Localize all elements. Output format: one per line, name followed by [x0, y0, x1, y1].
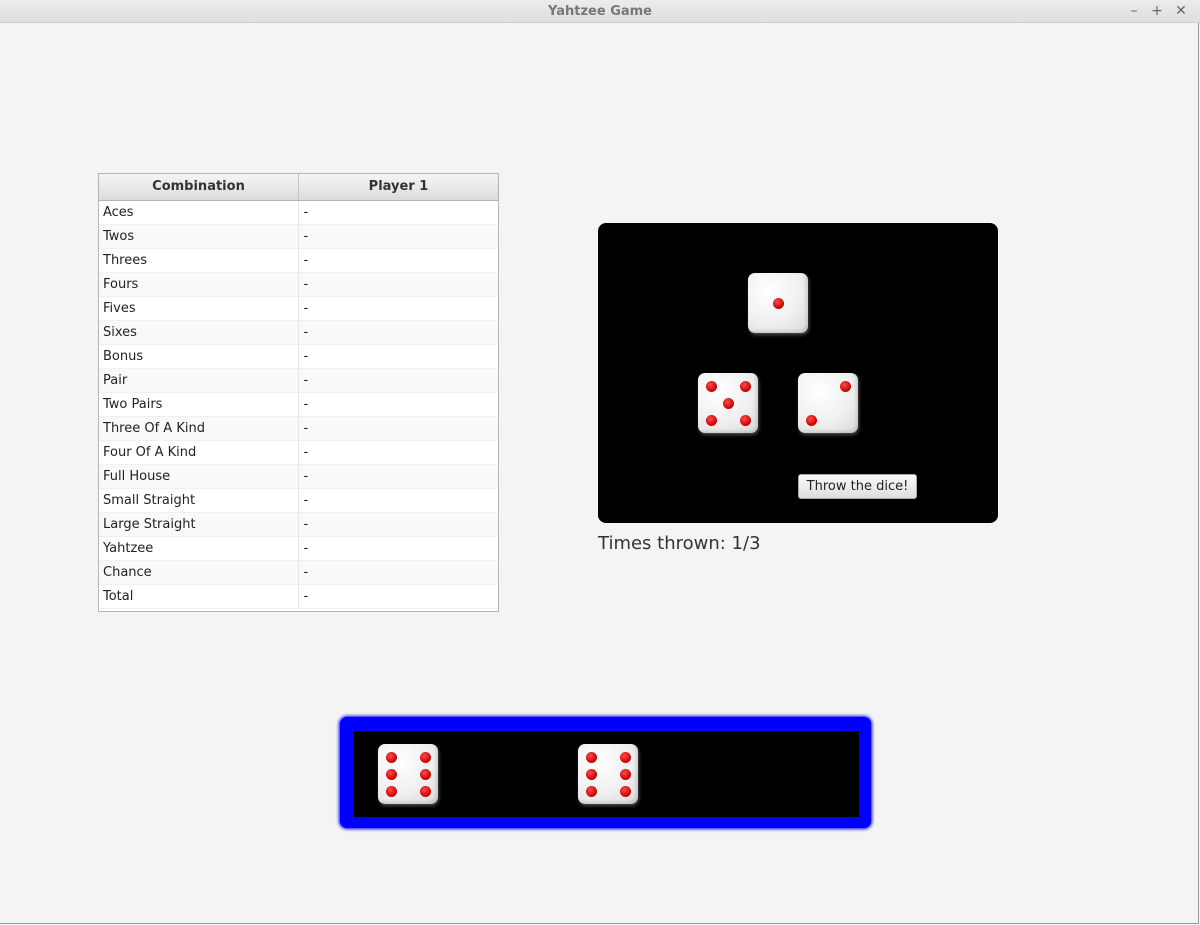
- die-pip: [740, 415, 751, 426]
- table-row[interactable]: Chance -: [99, 561, 498, 585]
- score-cell: -: [297, 537, 499, 560]
- minimize-icon[interactable]: –: [1125, 2, 1143, 20]
- table-row[interactable]: Sixes -: [99, 321, 498, 345]
- kept-dice-tray: [340, 717, 871, 828]
- rolled-die[interactable]: [798, 373, 858, 433]
- score-table[interactable]: Combination Player 1 Aces - Twos - Threes - Fo…: [98, 173, 499, 612]
- die-pip: [420, 769, 431, 780]
- column-header-player-1[interactable]: Player 1: [298, 174, 498, 200]
- score-cell: -: [297, 393, 499, 416]
- table-row[interactable]: Two Pairs -: [99, 393, 498, 417]
- score-cell: -: [297, 249, 499, 272]
- die-pip: [620, 769, 631, 780]
- table-row[interactable]: Four Of A Kind -: [99, 441, 498, 465]
- combination-cell: Four Of A Kind: [103, 445, 197, 460]
- combination-cell: Pair: [103, 373, 128, 388]
- throw-dice-button[interactable]: Throw the dice!: [798, 474, 917, 499]
- kept-dice-area: [354, 731, 859, 817]
- table-row[interactable]: Fours -: [99, 273, 498, 297]
- die-pip: [586, 752, 597, 763]
- score-cell: -: [297, 417, 499, 440]
- score-cell: -: [297, 273, 499, 296]
- die-pip: [723, 398, 734, 409]
- maximize-icon[interactable]: +: [1148, 2, 1166, 20]
- score-table-header: Combination Player 1: [99, 174, 498, 201]
- table-row[interactable]: Threes -: [99, 249, 498, 273]
- combination-cell: Fours: [103, 277, 139, 292]
- rolled-die[interactable]: [698, 373, 758, 433]
- score-cell: -: [297, 441, 499, 464]
- score-table-body: Aces - Twos - Threes - Fours - Fives - Sixes - Bonus…: [99, 201, 498, 609]
- die-pip: [420, 786, 431, 797]
- score-cell: -: [297, 345, 499, 368]
- die-pip: [420, 752, 431, 763]
- die-pip: [740, 381, 751, 392]
- combination-cell: Total: [103, 589, 134, 604]
- combination-cell: Full House: [103, 469, 171, 484]
- score-cell: -: [297, 489, 499, 512]
- combination-cell: Twos: [103, 229, 135, 244]
- score-cell: -: [297, 321, 499, 344]
- die-pip: [386, 786, 397, 797]
- combination-cell: Threes: [103, 253, 148, 268]
- table-row[interactable]: Bonus -: [99, 345, 498, 369]
- combination-cell: Three Of A Kind: [103, 421, 205, 436]
- table-row[interactable]: Twos -: [99, 225, 498, 249]
- die-pip: [586, 786, 597, 797]
- column-header-combination[interactable]: Combination: [99, 174, 298, 200]
- table-row[interactable]: Yahtzee -: [99, 537, 498, 561]
- combination-cell: Fives: [103, 301, 136, 316]
- score-cell: -: [297, 465, 499, 488]
- combination-cell: Two Pairs: [103, 397, 163, 412]
- score-cell: -: [297, 561, 499, 584]
- die-pip: [620, 752, 631, 763]
- score-cell: -: [297, 513, 499, 536]
- combination-cell: Large Straight: [103, 517, 196, 532]
- combination-cell: Bonus: [103, 349, 144, 364]
- dice-board: Throw the dice!: [598, 223, 998, 523]
- score-cell: -: [297, 201, 499, 224]
- times-thrown-label: Times thrown: 1/3: [598, 533, 761, 554]
- close-icon[interactable]: ✕: [1172, 2, 1190, 20]
- window-title: Yahtzee Game: [548, 4, 652, 19]
- score-cell: -: [297, 585, 499, 608]
- die-pip: [840, 381, 851, 392]
- score-cell: -: [297, 369, 499, 392]
- table-row[interactable]: Large Straight -: [99, 513, 498, 537]
- die-pip: [586, 769, 597, 780]
- die-pip: [386, 752, 397, 763]
- table-row[interactable]: Pair -: [99, 369, 498, 393]
- kept-die[interactable]: [578, 744, 638, 804]
- combination-cell: Aces: [103, 205, 134, 220]
- combination-cell: Yahtzee: [103, 541, 154, 556]
- table-row[interactable]: Small Straight -: [99, 489, 498, 513]
- combination-cell: Chance: [103, 565, 152, 580]
- table-row[interactable]: Full House -: [99, 465, 498, 489]
- die-pip: [706, 381, 717, 392]
- die-pip: [773, 298, 784, 309]
- kept-die[interactable]: [378, 744, 438, 804]
- table-row[interactable]: Total -: [99, 585, 498, 609]
- title-bar: Yahtzee Game – + ✕: [0, 0, 1200, 23]
- score-cell: -: [297, 225, 499, 248]
- die-pip: [620, 786, 631, 797]
- table-row[interactable]: Aces -: [99, 201, 498, 225]
- die-pip: [706, 415, 717, 426]
- combination-cell: Small Straight: [103, 493, 196, 508]
- die-pip: [386, 769, 397, 780]
- score-cell: -: [297, 297, 499, 320]
- table-row[interactable]: Fives -: [99, 297, 498, 321]
- rolled-die[interactable]: [748, 273, 808, 333]
- combination-cell: Sixes: [103, 325, 137, 340]
- table-row[interactable]: Three Of A Kind -: [99, 417, 498, 441]
- die-pip: [806, 415, 817, 426]
